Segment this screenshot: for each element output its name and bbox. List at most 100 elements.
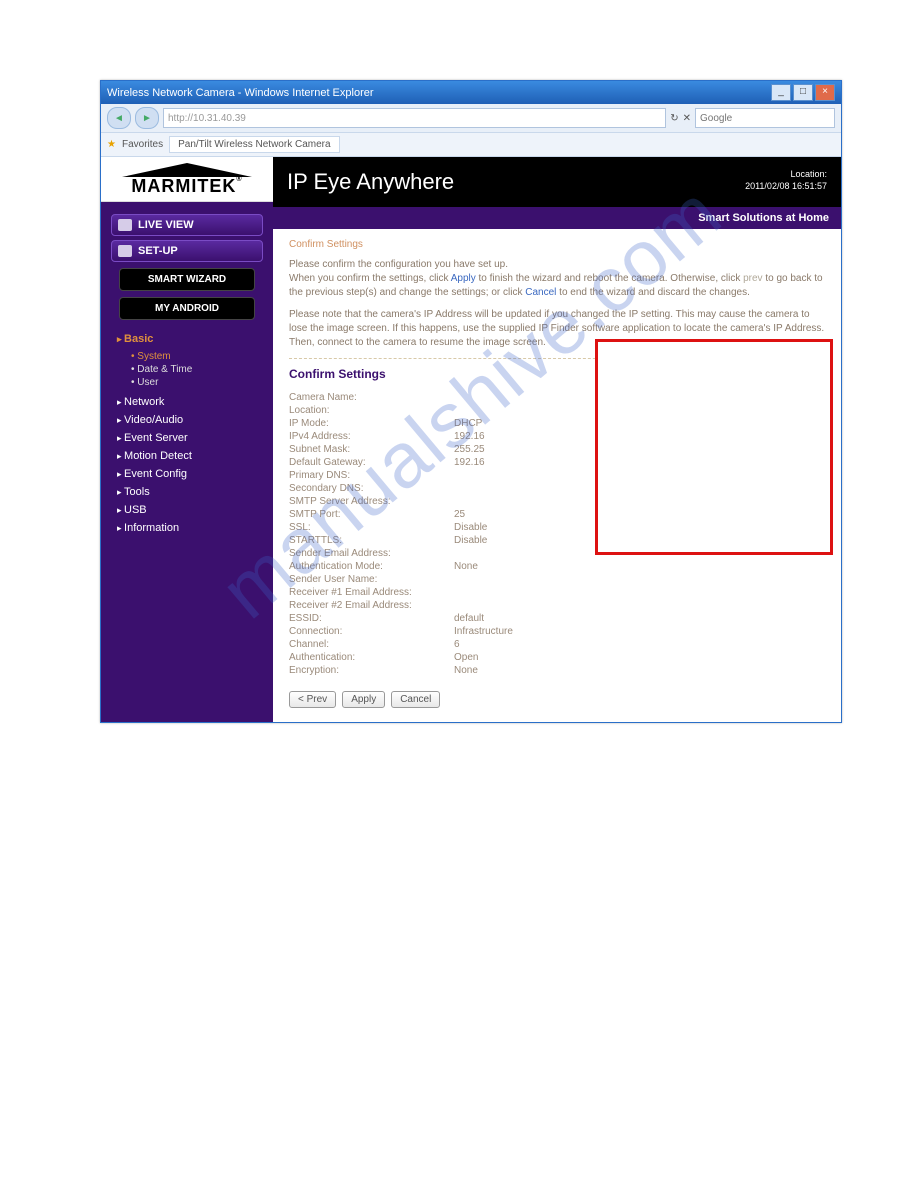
menu-event-config[interactable]: Event Config xyxy=(117,465,261,483)
prev-button[interactable]: < Prev xyxy=(289,691,336,708)
logo-roof-icon xyxy=(122,163,252,177)
setting-key: SMTP Server Address: xyxy=(289,496,454,507)
setting-value: default xyxy=(454,613,825,624)
setting-value xyxy=(454,600,825,611)
menu-usb[interactable]: USB xyxy=(117,501,261,519)
settings-row: SMTP Server Address: xyxy=(289,495,825,508)
settings-row: IPv4 Address:192.16 xyxy=(289,430,825,443)
titlebar: Wireless Network Camera - Windows Intern… xyxy=(101,81,841,104)
setting-key: Channel: xyxy=(289,639,454,650)
settings-row: SMTP Port:25 xyxy=(289,508,825,521)
divider xyxy=(289,358,825,359)
setting-key: IPv4 Address: xyxy=(289,431,454,442)
menu-event-server[interactable]: Event Server xyxy=(117,429,261,447)
settings-row: Authentication:Open xyxy=(289,651,825,664)
settings-row: IP Mode:DHCP xyxy=(289,417,825,430)
settings-row: ESSID:default xyxy=(289,612,825,625)
live-view-button[interactable]: LIVE VIEW xyxy=(111,214,263,236)
setting-key: Encryption: xyxy=(289,665,454,676)
setting-value: 25 xyxy=(454,509,825,520)
page-content: MARMITEK® LIVE VIEW SET-UP SMART WIZARD … xyxy=(101,157,841,722)
submenu-system[interactable]: System xyxy=(131,350,261,363)
live-view-label: LIVE VIEW xyxy=(138,219,194,231)
browser-window: manualshive.com Wireless Network Camera … xyxy=(100,80,842,723)
close-button[interactable]: × xyxy=(815,84,835,101)
settings-row: Primary DNS: xyxy=(289,469,825,482)
submenu-user[interactable]: User xyxy=(131,376,261,389)
window-title: Wireless Network Camera - Windows Intern… xyxy=(107,87,374,99)
settings-row: Channel:6 xyxy=(289,638,825,651)
menu-video-audio[interactable]: Video/Audio xyxy=(117,411,261,429)
menu-basic[interactable]: Basic xyxy=(117,330,261,348)
page-header: IP Eye Anywhere Location: 2011/02/08 16:… xyxy=(273,157,841,207)
setting-key: Authentication Mode: xyxy=(289,561,454,572)
location-label: Location: xyxy=(745,169,827,181)
header-meta: Location: 2011/02/08 16:51:57 xyxy=(745,169,827,192)
favorites-label: Favorites xyxy=(122,139,163,150)
setting-key: Location: xyxy=(289,405,454,416)
setting-key: ESSID: xyxy=(289,613,454,624)
stop-icon[interactable]: ✕ xyxy=(683,113,691,124)
refresh-icon[interactable]: ↻ xyxy=(670,113,678,124)
back-button[interactable]: ◄ xyxy=(107,107,131,129)
menu-tools[interactable]: Tools xyxy=(117,483,261,501)
cancel-button[interactable]: Cancel xyxy=(391,691,440,708)
apply-link[interactable]: Apply xyxy=(451,273,476,284)
favorites-star-icon[interactable]: ★ xyxy=(107,139,116,150)
menu-motion-detect[interactable]: Motion Detect xyxy=(117,447,261,465)
address-input[interactable] xyxy=(163,108,666,128)
setting-key: Receiver #1 Email Address: xyxy=(289,587,454,598)
setting-key: Secondary DNS: xyxy=(289,483,454,494)
setting-value xyxy=(454,405,825,416)
browser-tab[interactable]: Pan/Tilt Wireless Network Camera xyxy=(169,136,339,153)
minimize-button[interactable]: _ xyxy=(771,84,791,101)
settings-row: Camera Name: xyxy=(289,391,825,404)
setting-value xyxy=(454,392,825,403)
setup-button[interactable]: SET-UP xyxy=(111,240,263,262)
forward-button[interactable]: ► xyxy=(135,107,159,129)
setting-key: Subnet Mask: xyxy=(289,444,454,455)
setting-key: Authentication: xyxy=(289,652,454,663)
my-android-button[interactable]: MY ANDROID xyxy=(119,297,255,320)
favorites-bar: ★ Favorites Pan/Tilt Wireless Network Ca… xyxy=(101,133,841,157)
settings-row: Receiver #2 Email Address: xyxy=(289,599,825,612)
breadcrumb: Confirm Settings xyxy=(289,239,825,250)
maximize-button[interactable]: □ xyxy=(793,84,813,101)
setting-key: Sender User Name: xyxy=(289,574,454,585)
settings-row: Authentication Mode:None xyxy=(289,560,825,573)
setting-value: DHCP xyxy=(454,418,825,429)
setting-value xyxy=(454,587,825,598)
setting-value: Disable xyxy=(454,522,825,533)
setting-value xyxy=(454,574,825,585)
setting-value: Disable xyxy=(454,535,825,546)
setting-value: 255.25 xyxy=(454,444,825,455)
apply-button[interactable]: Apply xyxy=(342,691,385,708)
cancel-link[interactable]: Cancel xyxy=(525,287,556,298)
timestamp: 2011/02/08 16:51:57 xyxy=(745,181,827,193)
settings-row: Location: xyxy=(289,404,825,417)
instructions-2: Please note that the camera's IP Address… xyxy=(289,308,825,350)
setting-key: Sender Email Address: xyxy=(289,548,454,559)
logo-text: MARMITEK® xyxy=(105,176,269,197)
setting-value xyxy=(454,496,825,507)
setting-key: Default Gateway: xyxy=(289,457,454,468)
section-title: Confirm Settings xyxy=(289,367,825,381)
menu-network[interactable]: Network xyxy=(117,393,261,411)
smart-wizard-button[interactable]: SMART WIZARD xyxy=(119,268,255,291)
sidebar: LIVE VIEW SET-UP SMART WIZARD MY ANDROID… xyxy=(101,202,273,722)
prev-link[interactable]: prev xyxy=(743,273,762,284)
setting-value: None xyxy=(454,665,825,676)
setting-value xyxy=(454,470,825,481)
camera-icon xyxy=(118,219,132,231)
search-input[interactable] xyxy=(695,108,835,128)
settings-row: Subnet Mask:255.25 xyxy=(289,443,825,456)
setting-value xyxy=(454,483,825,494)
setting-key: Receiver #2 Email Address: xyxy=(289,600,454,611)
main-panel: Confirm Settings Please confirm the conf… xyxy=(273,229,841,722)
menu-information[interactable]: Information xyxy=(117,519,261,537)
sidebar-menu: Basic System Date & Time User Network Vi… xyxy=(117,330,261,537)
submenu-date-time[interactable]: Date & Time xyxy=(131,363,261,376)
logo: MARMITEK® xyxy=(101,157,273,202)
setting-key: IP Mode: xyxy=(289,418,454,429)
setting-value: 192.16 xyxy=(454,457,825,468)
